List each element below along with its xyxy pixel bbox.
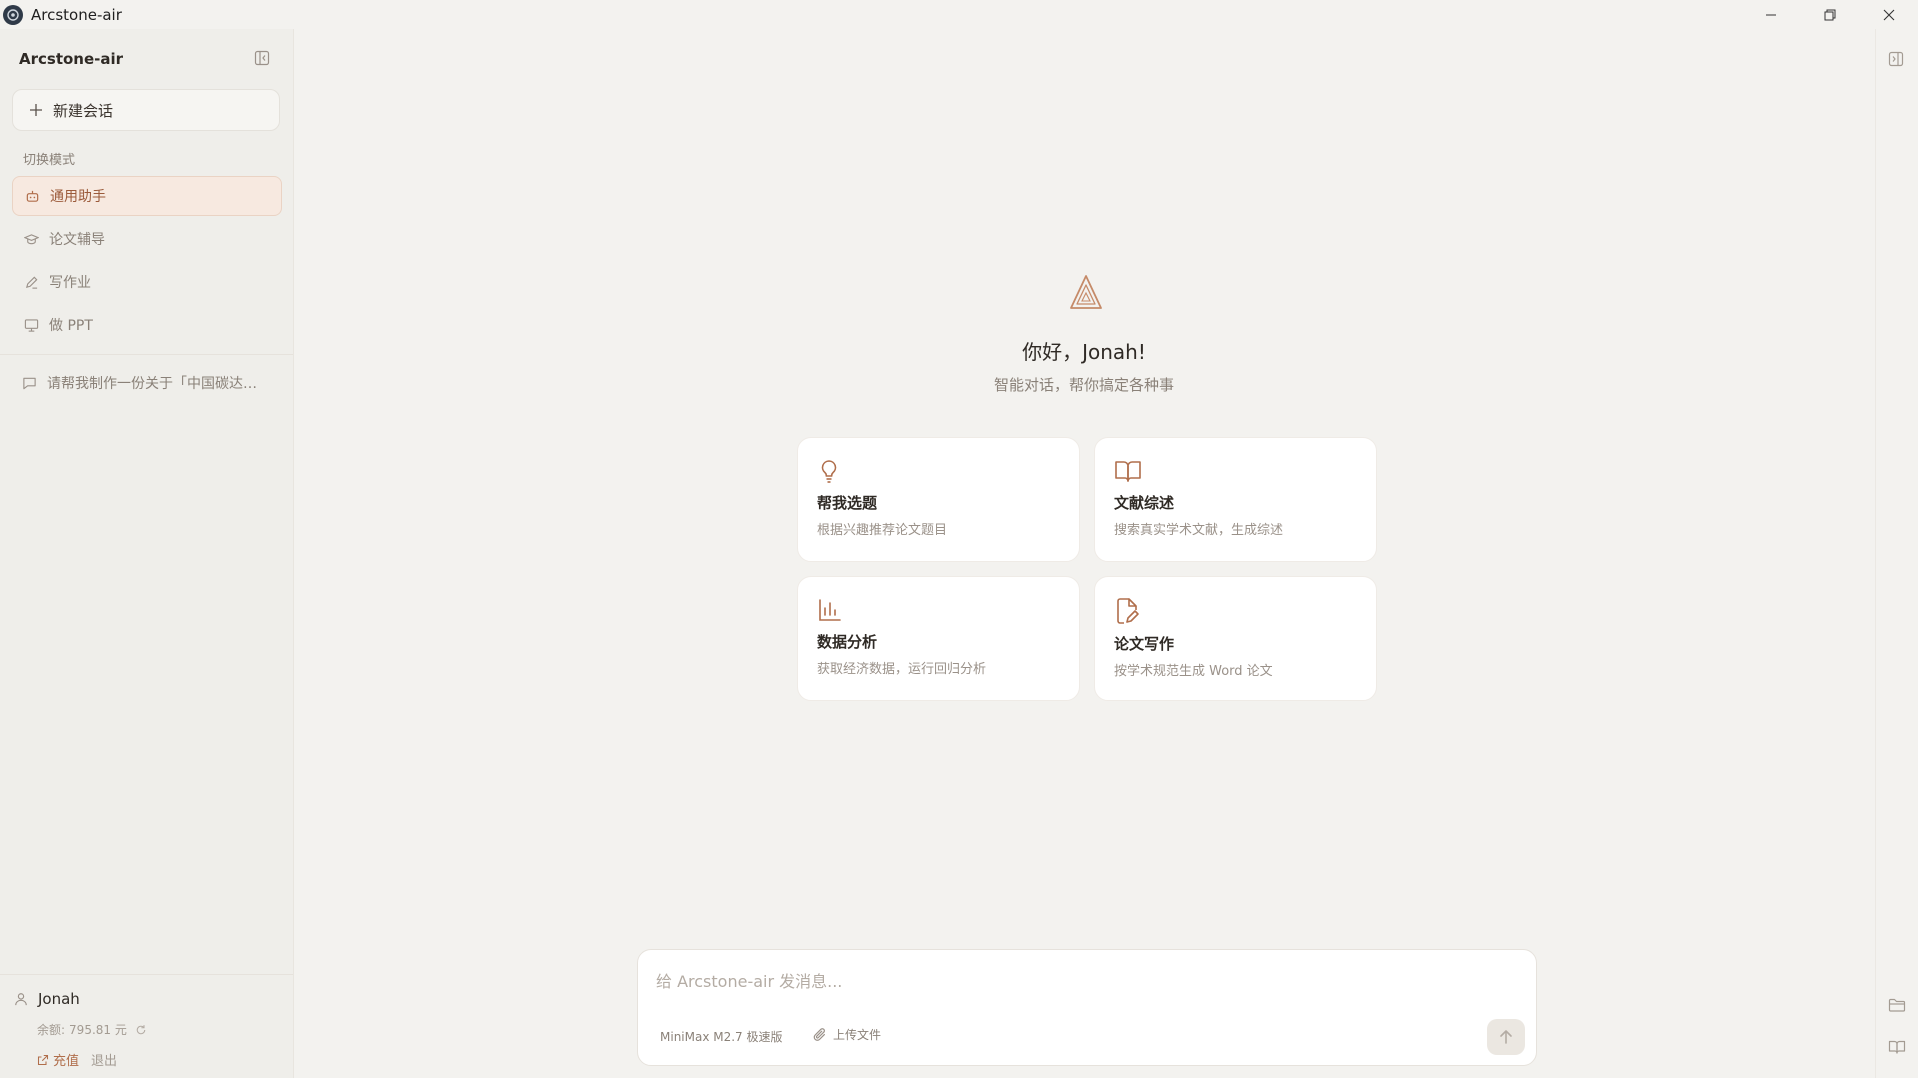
sidebar-footer-divider	[0, 974, 293, 975]
toggle-right-panel-button[interactable]	[1888, 51, 1904, 67]
card-title: 帮我选题	[817, 494, 878, 512]
send-button[interactable]	[1487, 1019, 1525, 1055]
presentation-icon	[24, 318, 39, 332]
history-item-label: 请帮我制作一份关于「中国碳达…	[47, 376, 257, 392]
mode-item-label: 做 PPT	[49, 318, 93, 334]
folder-icon	[1888, 998, 1906, 1012]
sidebar-divider	[0, 354, 293, 355]
mode-item-label: 论文辅导	[49, 232, 105, 248]
lightbulb-icon	[821, 460, 837, 483]
upload-file-label: 上传文件	[833, 1028, 882, 1042]
pencil-icon	[25, 276, 38, 289]
card-title: 文献综述	[1114, 494, 1175, 512]
recharge-label: 充值	[53, 1054, 80, 1069]
card-thesis-writing[interactable]: 论文写作 按学术规范生成 Word 论文	[1094, 576, 1377, 701]
suggestion-cards: 帮我选题 根据兴趣推荐论文题目 文献综述 搜索真实学术文献，生成综述 数据分析 …	[797, 437, 1377, 701]
user-icon	[15, 993, 27, 1006]
user-name: Jonah	[38, 990, 80, 1008]
sidebar-title: Arcstone-air	[19, 50, 124, 68]
upload-file-button[interactable]: 上传文件	[813, 1026, 881, 1043]
new-chat-label: 新建会话	[53, 101, 114, 120]
card-desc: 获取经济数据，运行回归分析	[817, 662, 987, 677]
mode-item-general-assistant[interactable]: 通用助手	[12, 176, 282, 216]
close-icon	[1883, 9, 1894, 20]
graduation-cap-icon	[24, 233, 39, 244]
open-book-icon	[1115, 461, 1141, 482]
chat-bubble-icon	[23, 377, 36, 389]
arrow-up-icon	[1500, 1030, 1512, 1044]
balance-label: 余额:	[37, 1023, 66, 1037]
card-desc: 根据兴趣推荐论文题目	[817, 523, 948, 538]
card-desc: 搜索真实学术文献，生成综述	[1114, 523, 1284, 538]
card-desc: 按学术规范生成 Word 论文	[1114, 664, 1273, 679]
message-input[interactable]	[654, 966, 1518, 996]
mode-list: 通用助手 论文辅导 写作业 做 PPT	[12, 176, 282, 348]
mode-item-thesis-tutor[interactable]: 论文辅导	[12, 219, 282, 259]
new-chat-button[interactable]: 新建会话	[12, 89, 280, 131]
card-data-analysis[interactable]: 数据分析 获取经济数据，运行回归分析	[797, 576, 1080, 701]
plus-icon	[30, 104, 42, 116]
balance-row: 余额: 795.81 元	[37, 1021, 147, 1038]
robot-icon	[26, 190, 39, 202]
balance-value: 795.81 元	[69, 1023, 127, 1037]
collapse-sidebar-button[interactable]	[254, 50, 270, 66]
card-title: 数据分析	[817, 633, 878, 651]
mode-item-label: 通用助手	[50, 189, 106, 205]
recharge-link[interactable]: 充值	[37, 1050, 79, 1069]
message-composer: MiniMax M2.7 极速版 上传文件	[637, 949, 1537, 1066]
window-title: Arcstone-air	[31, 5, 122, 24]
file-edit-icon	[1117, 598, 1139, 624]
history-item[interactable]: 请帮我制作一份关于「中国碳达…	[22, 373, 257, 393]
greeting-title: 你好，Jonah!	[1022, 340, 1146, 364]
mode-item-homework[interactable]: 写作业	[12, 262, 282, 302]
card-topic-selection[interactable]: 帮我选题 根据兴趣推荐论文题目	[797, 437, 1080, 562]
card-literature-review[interactable]: 文献综述 搜索真实学术文献，生成综述	[1094, 437, 1377, 562]
app-logo-icon	[3, 4, 23, 25]
sidebar-collapse-icon	[254, 50, 270, 66]
card-title: 论文写作	[1114, 635, 1175, 653]
mode-section-label: 切换模式	[23, 153, 76, 168]
logout-link[interactable]: 退出	[91, 1050, 117, 1069]
brand-logo-icon	[1069, 274, 1103, 310]
external-link-icon	[37, 1054, 49, 1065]
right-rail	[1875, 29, 1918, 1078]
mode-item-label: 写作业	[49, 275, 91, 291]
open-library-button[interactable]	[1888, 1039, 1906, 1055]
open-folder-button[interactable]	[1888, 997, 1906, 1013]
refresh-icon	[136, 1024, 146, 1034]
book-icon	[1888, 1040, 1906, 1054]
sidebar: Arcstone-air 新建会话 切换模式 通用助手 论文辅导 写作业 做 P…	[0, 29, 294, 1078]
panel-right-icon	[1888, 51, 1904, 67]
user-profile[interactable]: Jonah	[14, 990, 80, 1008]
refresh-balance-button[interactable]	[135, 1024, 147, 1036]
model-selector[interactable]: MiniMax M2.7 极速版	[660, 1028, 783, 1045]
footer-links: 充值 退出	[37, 1050, 117, 1069]
paperclip-icon	[813, 1027, 825, 1041]
greeting-subtitle: 智能对话，帮你搞定各种事	[993, 376, 1174, 394]
bar-chart-icon	[819, 599, 841, 621]
mode-item-ppt[interactable]: 做 PPT	[12, 305, 282, 345]
